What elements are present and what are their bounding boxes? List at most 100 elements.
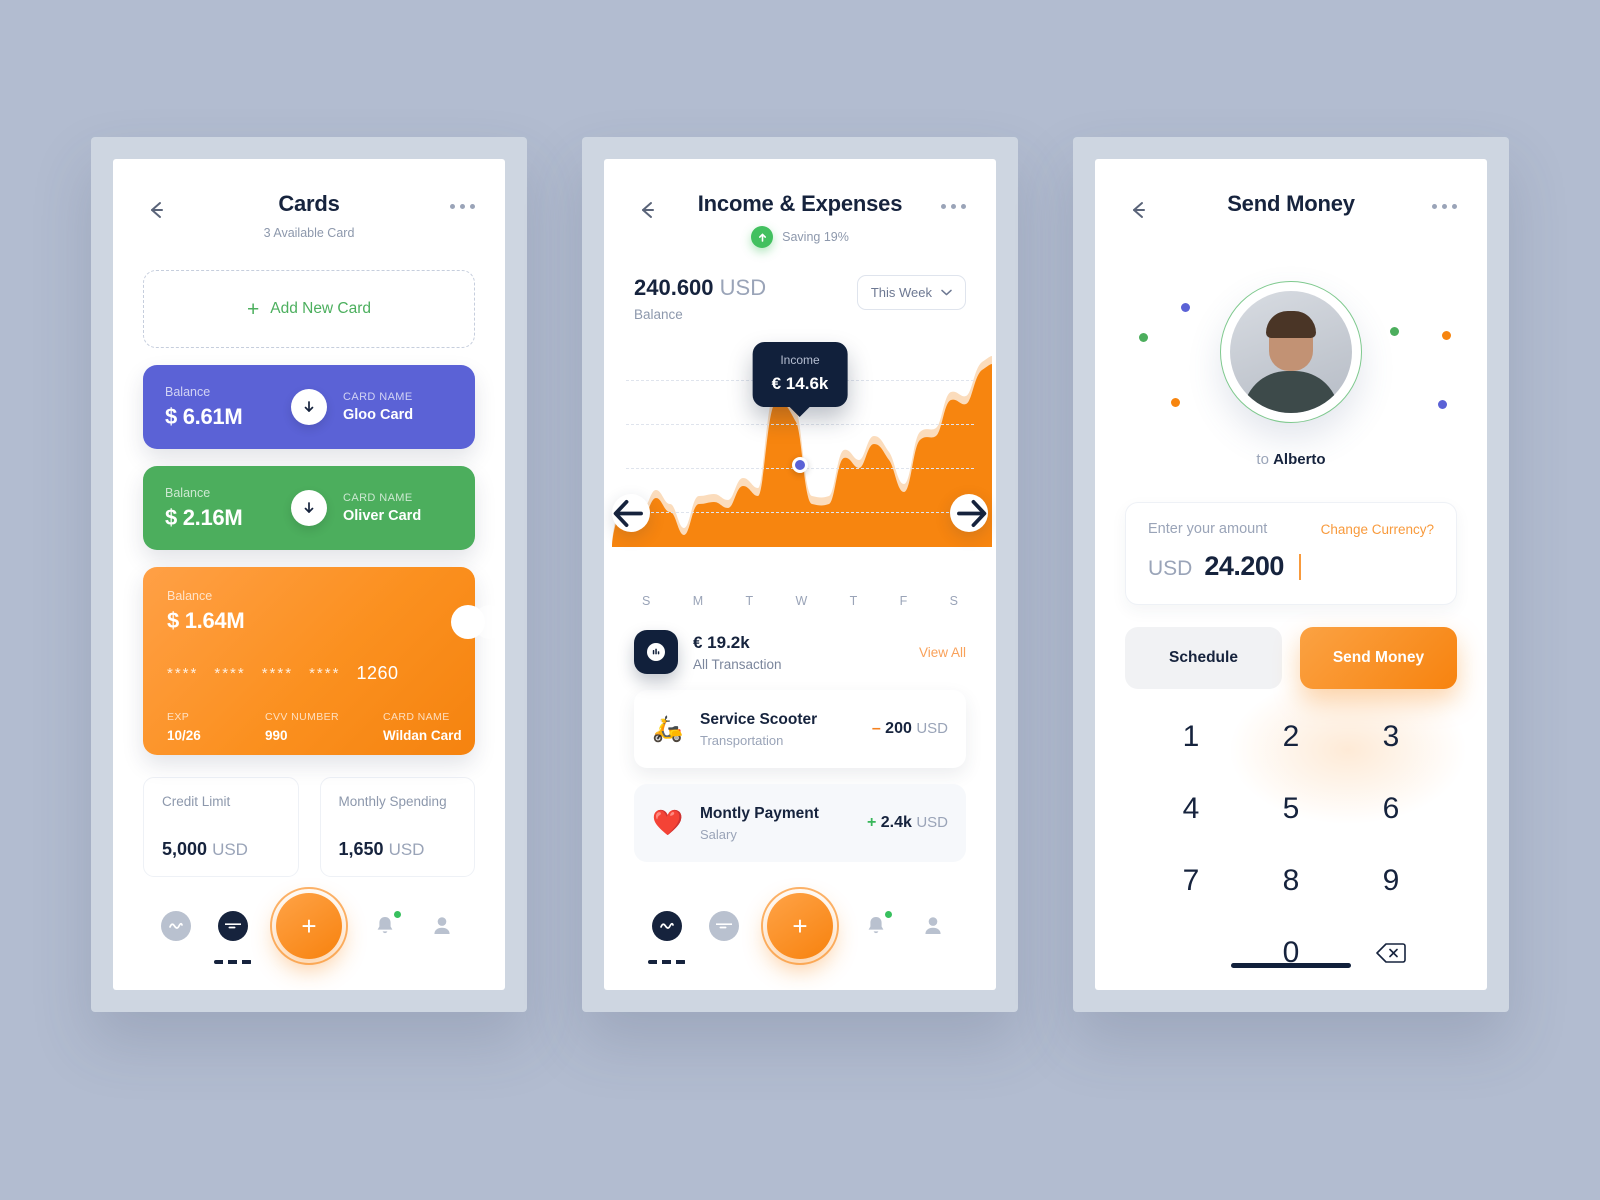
chart-tooltip: Income € 14.6k bbox=[752, 342, 848, 407]
more-options-icon[interactable] bbox=[941, 197, 966, 209]
nav-cards[interactable] bbox=[213, 906, 253, 964]
schedule-button[interactable]: Schedule bbox=[1125, 627, 1282, 689]
send-money-button[interactable]: Send Money bbox=[1300, 627, 1457, 689]
phone-frame-cards: Cards 3 Available Card + Add New Card Ba… bbox=[91, 137, 527, 1012]
chart-bars-icon bbox=[634, 630, 678, 674]
nav-profile[interactable] bbox=[422, 906, 462, 946]
nav-notifications[interactable] bbox=[365, 906, 405, 946]
back-icon[interactable] bbox=[634, 197, 660, 223]
nav-activity[interactable] bbox=[156, 906, 196, 946]
key-1[interactable]: 1 bbox=[1141, 711, 1241, 763]
change-currency-link[interactable]: Change Currency? bbox=[1321, 522, 1434, 537]
nav-activity[interactable] bbox=[647, 906, 687, 964]
stat-credit-limit: Credit Limit 5,000 USD bbox=[143, 777, 299, 877]
decor-dot bbox=[1139, 333, 1148, 342]
key-9[interactable]: 9 bbox=[1341, 855, 1441, 907]
page-subtitle: 3 Available Card bbox=[263, 226, 355, 240]
key-6[interactable]: 6 bbox=[1341, 783, 1441, 835]
balance-amount: 240.600 bbox=[634, 275, 714, 300]
card-name-group: CARD NAME Gloo Card bbox=[343, 391, 453, 423]
card-number-group-1: **** bbox=[167, 665, 199, 682]
card-cvv-group: CVV NUMBER 990 bbox=[265, 711, 383, 743]
key-0[interactable]: 0 bbox=[1241, 927, 1341, 979]
card-item-gloo[interactable]: Balance $ 6.61M CARD NAME Gloo Card bbox=[143, 365, 475, 449]
card-name-value: Oliver Card bbox=[343, 508, 422, 524]
view-all-link[interactable]: View All bbox=[919, 645, 966, 660]
period-value: This Week bbox=[870, 285, 932, 300]
key-4[interactable]: 4 bbox=[1141, 783, 1241, 835]
nav-cards[interactable] bbox=[704, 906, 744, 946]
avatar-ring bbox=[1220, 281, 1362, 423]
nav-notifications[interactable] bbox=[856, 906, 896, 946]
key-7[interactable]: 7 bbox=[1141, 855, 1241, 907]
send-header: Send Money bbox=[1095, 159, 1487, 251]
transaction-name: Montly Payment bbox=[700, 804, 819, 822]
nav-profile[interactable] bbox=[913, 906, 953, 946]
nav-active-indicator bbox=[647, 960, 686, 964]
transactions-caption: All Transaction bbox=[693, 656, 782, 672]
cards-body: + Add New Card Balance $ 6.61M CARD NAME… bbox=[113, 270, 505, 877]
transaction-info: Montly Payment Salary bbox=[700, 805, 819, 842]
chart-x-axis: S M T W T F S bbox=[604, 582, 996, 608]
send-header-center: Send Money bbox=[1095, 191, 1487, 217]
decor-dot bbox=[1390, 327, 1399, 336]
backspace-icon[interactable] bbox=[1341, 927, 1441, 979]
page-title: Income & Expenses bbox=[697, 191, 903, 216]
stat-currency: USD bbox=[388, 840, 425, 859]
add-new-card-button[interactable]: + Add New Card bbox=[143, 270, 475, 348]
saving-label: Saving 19% bbox=[782, 230, 849, 244]
transaction-sign: – bbox=[871, 720, 881, 737]
back-icon[interactable] bbox=[143, 197, 169, 223]
chart-next-button[interactable] bbox=[950, 494, 988, 532]
card-icon bbox=[708, 911, 739, 941]
axis-tick: F bbox=[899, 594, 908, 608]
more-options-icon[interactable] bbox=[450, 197, 475, 209]
period-select[interactable]: This Week bbox=[856, 275, 966, 310]
card-item-oliver[interactable]: Balance $ 2.16M CARD NAME Oliver Card bbox=[143, 466, 475, 550]
more-options-icon[interactable] bbox=[1432, 197, 1457, 209]
recipient-prefix: to bbox=[1256, 451, 1269, 468]
card-balance-value: $ 1.64M bbox=[167, 608, 245, 633]
stat-amount: 5,000 bbox=[162, 839, 208, 859]
activity-icon bbox=[160, 911, 191, 941]
key-3[interactable]: 3 bbox=[1341, 711, 1441, 763]
transaction-row[interactable]: ❤️ Montly Payment Salary + 2.4k USD bbox=[634, 784, 966, 862]
phone-frame-send: Send Money to Alberto Enter your amount … bbox=[1073, 137, 1509, 1012]
balance-group: 240.600 USD Balance bbox=[634, 275, 766, 322]
transaction-amount: + 2.4k USD bbox=[867, 814, 948, 832]
card-name-value: Gloo Card bbox=[343, 407, 414, 423]
card-icon bbox=[217, 911, 248, 941]
key-5[interactable]: 5 bbox=[1241, 783, 1341, 835]
key-2[interactable]: 2 bbox=[1241, 711, 1341, 763]
back-icon[interactable] bbox=[1125, 197, 1151, 223]
transaction-currency: USD bbox=[916, 720, 948, 737]
card-item-wildan[interactable]: Balance $ 1.64M **** **** **** **** 1260 bbox=[143, 567, 505, 755]
send-money-screen: Send Money to Alberto Enter your amount … bbox=[1095, 159, 1487, 990]
key-8[interactable]: 8 bbox=[1241, 855, 1341, 907]
transaction-row[interactable]: 🛵 Service Scooter Transportation – 200 U… bbox=[634, 690, 966, 768]
transaction-name: Service Scooter bbox=[700, 710, 818, 728]
chart-highlight-point bbox=[792, 457, 808, 473]
transaction-category: Transportation bbox=[700, 732, 784, 748]
card-name-label: CARD NAME bbox=[343, 391, 413, 403]
axis-tick: M bbox=[692, 594, 704, 608]
add-button[interactable]: + bbox=[766, 893, 833, 959]
card-balance-group: Balance $ 6.61M bbox=[165, 385, 243, 430]
amount-currency: USD bbox=[1148, 557, 1193, 580]
income-screen: Income & Expenses Saving 19% 240.600 USD… bbox=[604, 159, 996, 990]
chart-prev-button[interactable] bbox=[612, 494, 650, 532]
phone-frame-income: Income & Expenses Saving 19% 240.600 USD… bbox=[582, 137, 1018, 1012]
avatar[interactable] bbox=[1230, 291, 1352, 413]
cards-header-center: Cards 3 Available Card bbox=[113, 191, 505, 240]
add-button[interactable]: + bbox=[275, 893, 342, 959]
amount-input-box[interactable]: Enter your amount Change Currency? USD 2… bbox=[1125, 502, 1457, 605]
card-name-label: CARD NAME bbox=[383, 711, 450, 723]
income-area-chart: Income € 14.6k bbox=[604, 332, 996, 582]
axis-tick: W bbox=[795, 594, 808, 608]
saving-indicator: Saving 19% bbox=[604, 226, 996, 248]
amount-box-header: Enter your amount Change Currency? bbox=[1148, 521, 1434, 537]
download-icon[interactable] bbox=[291, 389, 327, 425]
tooltip-value: € 14.6k bbox=[771, 374, 829, 393]
download-icon[interactable] bbox=[291, 490, 327, 526]
transaction-value: 2.4k bbox=[880, 814, 912, 831]
